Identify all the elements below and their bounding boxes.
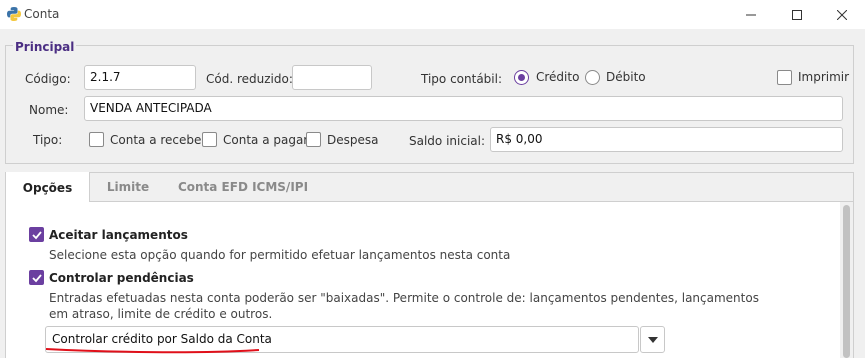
imprimir-label[interactable]: Imprimir bbox=[798, 70, 849, 84]
conta-receber-label[interactable]: Conta a receber bbox=[110, 133, 206, 147]
nome-field[interactable]: VENDA ANTECIPADA bbox=[84, 96, 843, 121]
controlar-pendencias-description: Entradas efetuadas nesta conta poderão s… bbox=[49, 291, 759, 321]
credito-radio-label[interactable]: Crédito bbox=[536, 70, 579, 84]
close-button[interactable] bbox=[819, 0, 865, 29]
check-icon bbox=[32, 274, 42, 283]
conta-pagar-checkbox[interactable] bbox=[202, 132, 217, 147]
debito-radio[interactable] bbox=[585, 70, 600, 85]
debito-radio-label[interactable]: Débito bbox=[606, 70, 646, 84]
chevron-down-icon bbox=[647, 336, 658, 343]
controlar-pendencias-checkbox[interactable] bbox=[29, 270, 44, 285]
controle-mode-dropdown-button[interactable] bbox=[640, 326, 665, 353]
aceitar-lancamentos-label[interactable]: Aceitar lançamentos bbox=[49, 228, 188, 242]
maximize-button[interactable] bbox=[774, 0, 820, 29]
tab-limite[interactable]: Limite bbox=[92, 172, 164, 202]
title-bar: Conta bbox=[0, 0, 865, 29]
scrollbar-thumb[interactable] bbox=[843, 205, 850, 358]
close-icon bbox=[837, 9, 847, 20]
tab-conta-efd[interactable]: Conta EFD ICMS/IPI bbox=[172, 172, 314, 202]
tipo-contabil-label: Tipo contábil: bbox=[421, 72, 502, 86]
credito-radio[interactable] bbox=[514, 70, 529, 85]
nome-label: Nome: bbox=[29, 103, 69, 117]
maximize-icon bbox=[792, 9, 802, 20]
conta-receber-checkbox[interactable] bbox=[89, 132, 104, 147]
tipo-label: Tipo: bbox=[33, 133, 63, 147]
controlar-pendencias-label[interactable]: Controlar pendências bbox=[49, 271, 194, 285]
principal-group-title: Principal bbox=[13, 40, 77, 54]
despesa-label[interactable]: Despesa bbox=[327, 133, 378, 147]
aceitar-lancamentos-checkbox[interactable] bbox=[29, 227, 44, 242]
despesa-checkbox[interactable] bbox=[306, 132, 321, 147]
conta-pagar-label[interactable]: Conta a pagar bbox=[223, 133, 308, 147]
python-icon bbox=[6, 6, 22, 22]
saldo-inicial-label: Saldo inicial: bbox=[409, 134, 486, 148]
window-title: Conta bbox=[24, 7, 60, 21]
aceitar-lancamentos-description: Selecione esta opção quando for permitid… bbox=[49, 248, 511, 262]
tab-opcoes[interactable]: Opções bbox=[6, 172, 90, 203]
saldo-inicial-field[interactable]: R$ 0,00 bbox=[490, 127, 843, 152]
minimize-icon bbox=[746, 14, 756, 15]
imprimir-checkbox[interactable] bbox=[777, 70, 792, 85]
red-underline-annotation bbox=[45, 348, 260, 354]
cod-reduzido-field[interactable] bbox=[292, 65, 372, 90]
check-icon bbox=[32, 231, 42, 240]
codigo-label: Código: bbox=[25, 72, 71, 86]
codigo-field[interactable]: 2.1.7 bbox=[84, 65, 196, 90]
cod-reduzido-label: Cód. reduzido: bbox=[206, 72, 293, 86]
minimize-button[interactable] bbox=[728, 0, 774, 29]
